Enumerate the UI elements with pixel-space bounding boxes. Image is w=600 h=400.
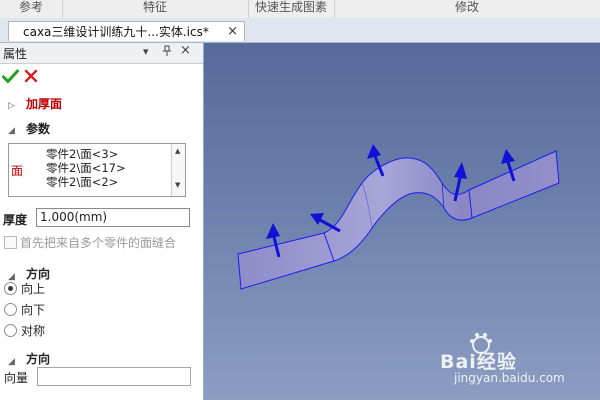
x-icon <box>24 69 38 83</box>
check-icon <box>2 69 19 83</box>
radio-symmetric[interactable] <box>4 324 17 337</box>
vector-label: 向量 <box>4 371 29 385</box>
viewport-canvas[interactable] <box>204 43 600 400</box>
feature-name: 加厚面 <box>26 97 63 111</box>
panel-close-icon[interactable]: × <box>180 43 191 58</box>
thickness-label: 厚度 <box>3 213 28 227</box>
ribbon-strip: 参考 特征 快速生成图素 修改 <box>0 0 600 19</box>
collapse-arrow-icon: ◢ <box>8 272 15 282</box>
list-item[interactable]: 零件2\面<3> <box>46 147 126 161</box>
watermark-brand: Bai经验 <box>440 351 517 373</box>
radio-down[interactable] <box>4 303 17 316</box>
panel-title-bar: 属性 ▾ × <box>0 43 203 64</box>
face-items: 零件2\面<3> 零件2\面<17> 零件2\面<2> <box>46 147 126 189</box>
list-item[interactable]: 零件2\面<2> <box>46 175 126 189</box>
face-listbox[interactable]: 面 零件2\面<3> 零件2\面<17> 零件2\面<2> ▲ ▼ <box>8 143 186 197</box>
ok-button[interactable] <box>2 69 19 87</box>
ribbon-group-reference[interactable]: 参考 <box>0 0 63 18</box>
panel-title: 属性 <box>3 47 28 61</box>
list-item[interactable]: 零件2\面<17> <box>46 161 126 175</box>
stitch-checkbox-label: 首先把来自多个零件的面缝合 <box>20 236 177 250</box>
radio-symmetric-label: 对称 <box>21 324 46 338</box>
property-panel: 属性 ▾ × ▷ 加厚面 ◢ 参数 面 零件2\面<3> 零件2\面<17> 零… <box>0 43 204 400</box>
cancel-button[interactable] <box>24 69 38 86</box>
face-label: 面 <box>11 164 24 178</box>
pin-icon[interactable] <box>162 45 172 59</box>
stitch-checkbox[interactable] <box>4 236 17 249</box>
radio-down-label: 向下 <box>21 303 46 317</box>
thickness-input[interactable]: 1.000(mm) <box>36 208 190 227</box>
vector-input[interactable] <box>37 367 191 386</box>
ribbon-group-feature[interactable]: 特征 <box>62 0 249 18</box>
listbox-scrollbar[interactable]: ▲ ▼ <box>171 144 185 196</box>
arrow-icon <box>310 213 341 233</box>
document-tab-title: caxa三维设计训练九十...实体.ics* <box>23 25 209 39</box>
ribbon-group-modify[interactable]: 修改 <box>334 0 600 18</box>
radio-up-label: 向上 <box>21 282 46 296</box>
document-tab-strip: caxa三维设计训练九十...实体.ics* × <box>0 18 600 43</box>
feature-section-toggle[interactable]: ▷ <box>8 97 15 111</box>
panel-menu-icon[interactable]: ▾ <box>143 45 149 58</box>
collapse-arrow-icon: ◢ <box>8 126 15 136</box>
direction2-section-title: 方向 <box>26 352 51 366</box>
collapse-arrow-icon: ◢ <box>8 357 15 367</box>
watermark-url: jingyan.baidu.com <box>454 371 565 385</box>
params-section-title: 参数 <box>26 122 51 136</box>
scroll-down-icon[interactable]: ▼ <box>175 181 180 189</box>
close-tab-icon[interactable]: × <box>227 22 238 42</box>
radio-up[interactable] <box>4 282 17 295</box>
scroll-up-icon[interactable]: ▲ <box>175 147 180 155</box>
expand-arrow-icon: ▷ <box>8 101 15 111</box>
direction-collapse-toggle[interactable]: ◢ <box>8 268 15 282</box>
document-tab[interactable]: caxa三维设计训练九十...实体.ics* × <box>8 21 245 41</box>
3d-viewport[interactable]: Bai经验 jingyan.baidu.com <box>204 43 600 400</box>
ribbon-group-quick-shapes[interactable]: 快速生成图素 <box>248 0 335 18</box>
params-collapse-toggle[interactable]: ◢ <box>8 122 15 136</box>
direction2-collapse-toggle[interactable]: ◢ <box>8 353 15 367</box>
